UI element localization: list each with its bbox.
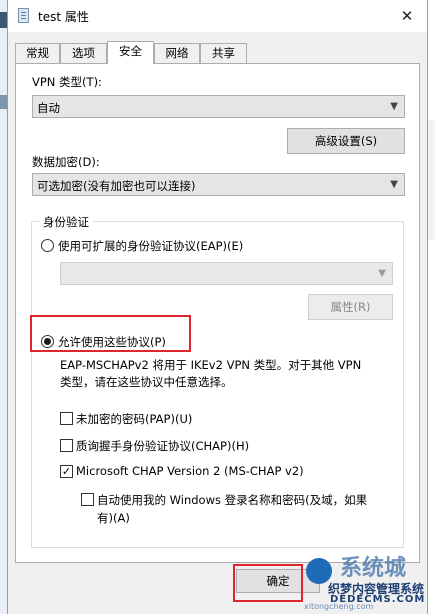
protocol-note-line1: EAP-MSCHAPv2 将用于 IKEv2 VPN 类型。对于其他 VPN [60,358,362,372]
autologon-checkbox[interactable] [81,493,94,506]
close-button[interactable]: ✕ [393,4,421,28]
window-title: test 属性 [38,10,89,24]
encryption-label: 数据加密(D): [32,155,100,169]
eap-method-dropdown[interactable]: ▼ [60,262,393,285]
background-window-edge-right [428,120,435,240]
background-fragment [0,12,7,28]
advanced-settings-button[interactable]: 高级设置(S) [287,128,405,154]
tab-sharing[interactable]: 共享 [200,43,247,63]
tab-networking[interactable]: 网络 [154,43,200,63]
watermark-site-small: xitongcheng.com [304,602,374,611]
tab-security[interactable]: 安全 [107,41,154,64]
security-tab-panel: VPN 类型(T): 自动 ▼ 高级设置(S) 数据加密(D): 可选加密(没有… [15,63,420,563]
chap-label[interactable]: 质询握手身份验证协议(CHAP)(H) [76,438,249,454]
tab-options[interactable]: 选项 [60,43,107,63]
properties-button[interactable]: 属性(R) [308,294,393,320]
tab-general[interactable]: 常规 [15,43,60,63]
protocol-note-line2: 类型，请在这些协议中任意选择。 [60,375,233,389]
background-fragment [0,95,7,109]
autologon-label-line1[interactable]: 自动使用我的 Windows 登录名称和密码(及域，如果 [97,492,367,508]
vpn-type-label: VPN 类型(T): [32,75,102,89]
highlight-box-allow-protocols [30,315,191,352]
eap-radio-label[interactable]: 使用可扩展的身份验证协议(EAP)(E) [58,238,243,254]
close-icon: ✕ [400,7,414,25]
eap-radio[interactable] [41,239,54,252]
background-window-edge [0,0,7,614]
mschap-checkbox[interactable]: ✓ [60,465,73,478]
mschap-label[interactable]: Microsoft CHAP Version 2 (MS-CHAP v2) [76,464,304,478]
pap-checkbox[interactable] [60,412,73,425]
autologon-label-line2[interactable]: 有)(A) [97,510,130,526]
chevron-down-icon: ▼ [390,179,398,190]
authentication-legend: 身份验证 [39,214,93,230]
vpn-type-value: 自动 [37,101,60,115]
document-icon [18,8,29,23]
chevron-down-icon: ▼ [390,101,398,112]
chap-checkbox[interactable] [60,439,73,452]
encryption-dropdown[interactable]: 可选加密(没有加密也可以连接) ▼ [32,173,405,196]
watermark: 系统城 织梦内容管理系统 DEDECMS.COM xitongcheng.com [300,548,430,612]
checkmark-icon: ✓ [61,465,72,478]
title-bar: test 属性 ✕ [8,0,427,32]
encryption-value: 可选加密(没有加密也可以连接) [37,179,196,193]
chevron-down-icon: ▼ [378,268,386,279]
watermark-logo-text: 系统城 [340,556,407,581]
pap-label[interactable]: 未加密的密码(PAP)(U) [76,411,192,427]
highlight-box-ok-button [233,564,303,602]
properties-dialog: test 属性 ✕ 常规 选项 安全 网络 共享 VPN 类型(T): 自动 ▼… [7,0,428,614]
vpn-type-dropdown[interactable]: 自动 ▼ [32,95,405,118]
